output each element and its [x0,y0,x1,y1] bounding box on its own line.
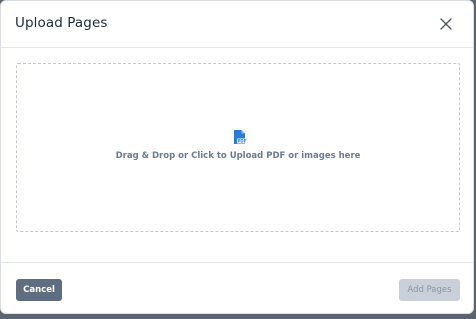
close-icon [440,18,452,30]
upload-pages-dialog: Upload Pages PDF Drag & Drop or Click to… [0,0,474,314]
dialog-footer: Cancel Add Pages [1,262,473,313]
dialog-title: Upload Pages [15,15,108,31]
cancel-button[interactable]: Cancel [16,279,62,301]
pdf-file-icon: PDF [234,130,247,144]
dropzone-instructions: Drag & Drop or Click to Upload PDF or im… [115,151,361,161]
dialog-header: Upload Pages [1,1,473,48]
upload-dropzone[interactable]: PDF Drag & Drop or Click to Upload PDF o… [16,63,460,232]
close-button[interactable] [437,15,455,33]
svg-text:PDF: PDF [238,139,247,144]
add-pages-button[interactable]: Add Pages [399,279,460,301]
